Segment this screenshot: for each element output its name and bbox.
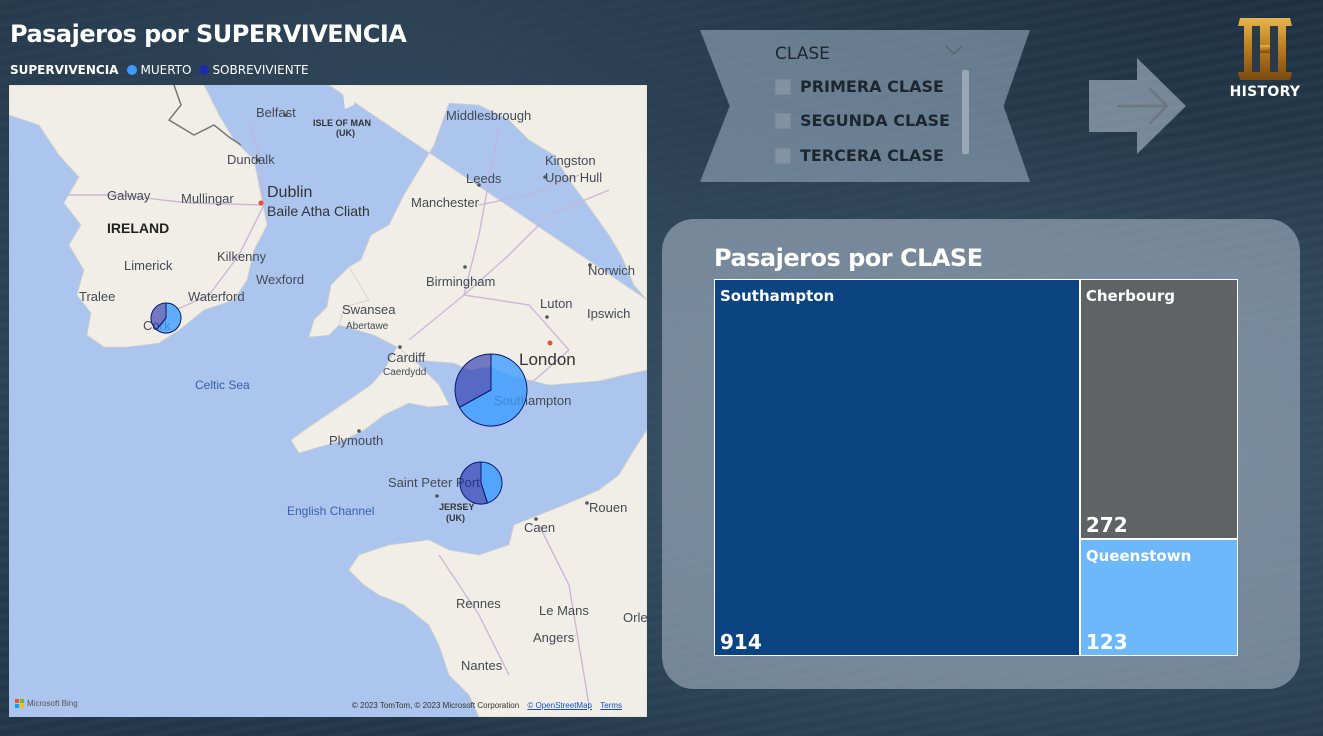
- next-page-arrow-icon[interactable]: [1089, 58, 1187, 154]
- map-label-jersey-uk: (UK): [446, 513, 465, 523]
- slicer-scrollbar[interactable]: [962, 70, 969, 154]
- map-label-luton: Luton: [540, 296, 573, 311]
- legend-dot-sobreviviente: [199, 65, 210, 75]
- bing-logo: Microsoft Bing: [15, 699, 78, 708]
- map-label-rouen: Rouen: [589, 500, 627, 515]
- map-label-belfast: Belfast: [256, 105, 296, 120]
- map-label-nantes: Nantes: [461, 658, 503, 673]
- terms-link[interactable]: Terms: [600, 701, 622, 710]
- map-label-rennes: Rennes: [456, 596, 501, 611]
- openstreetmap-link[interactable]: © OpenStreetMap: [527, 701, 592, 710]
- treemap-tile-value: 914: [720, 630, 762, 654]
- map-label-limerick: Limerick: [124, 258, 173, 273]
- map-label-le-mans: Le Mans: [539, 603, 589, 618]
- slicer-option-label: PRIMERA CLASE: [800, 77, 944, 96]
- map-label-plymouth: Plymouth: [329, 433, 383, 448]
- map-label-celtic-sea: Celtic Sea: [195, 378, 250, 392]
- map-label-english-channel: English Channel: [287, 504, 374, 518]
- slicer-option-label: SEGUNDA CLASE: [800, 111, 950, 130]
- map-svg[interactable]: Belfast ISLE OF MAN (UK) Middlesbrough D…: [9, 85, 647, 717]
- legend-item-muerto[interactable]: MUERTO: [127, 63, 191, 77]
- map-label-birmingham: Birmingham: [426, 274, 495, 289]
- map-label-middlesbrough: Middlesbrough: [446, 108, 531, 123]
- treemap-tile-label: Queenstown: [1085, 546, 1192, 565]
- treemap-tile-label: Southampton: [720, 287, 835, 305]
- map-label-isle-of-man-uk: (UK): [336, 128, 355, 138]
- checkbox[interactable]: [775, 78, 791, 95]
- map-title: Pasajeros por SUPERVIVENCIA: [10, 20, 407, 48]
- map-label-ipswich: Ipswich: [587, 306, 630, 321]
- legend-item-sobreviviente[interactable]: SOBREVIVIENTE: [199, 63, 309, 77]
- logo-text: HISTORY: [1229, 84, 1301, 100]
- bing-label: Microsoft Bing: [27, 699, 78, 708]
- map-label-abertawe: Abertawe: [346, 321, 389, 332]
- legend-title: SUPERVIVENCIA: [10, 63, 119, 77]
- slicer-title: CLASE: [775, 44, 830, 64]
- legend-dot-muerto: [127, 65, 138, 75]
- chevron-down-icon[interactable]: [945, 44, 963, 56]
- map-label-isle-of-man: ISLE OF MAN: [313, 118, 371, 128]
- treemap-tile-queenstown[interactable]: Queenstown 123: [1079, 538, 1238, 656]
- pie-marker-cork[interactable]: [150, 302, 182, 334]
- slicer-option-tercera[interactable]: TERCERA CLASE: [775, 146, 944, 165]
- map-label-dublin: Dublin: [267, 184, 312, 201]
- map-label-swansea: Swansea: [342, 302, 396, 317]
- map-label-cardiff: Cardiff: [387, 350, 425, 365]
- map-label-upon-hull: Upon Hull: [545, 170, 602, 185]
- treemap-tile-value: 123: [1085, 629, 1128, 654]
- map-canvas[interactable]: Belfast ISLE OF MAN (UK) Middlesbrough D…: [9, 85, 647, 717]
- slicer-option-primera[interactable]: PRIMERA CLASE: [775, 77, 944, 96]
- pie-marker-southampton[interactable]: [454, 353, 528, 427]
- map-attribution: © 2023 TomTom, © 2023 Microsoft Corporat…: [352, 701, 622, 710]
- treemap-tile-southampton[interactable]: Southampton 914: [714, 279, 1080, 656]
- legend-label-sobreviviente: SOBREVIVIENTE: [212, 63, 309, 77]
- map-label-jersey: JERSEY: [439, 502, 475, 512]
- pie-marker-cherbourg[interactable]: [459, 461, 503, 505]
- map-label-wexford: Wexford: [256, 272, 304, 287]
- map-label-orleans: Orle: [623, 610, 647, 625]
- checkbox[interactable]: [775, 112, 791, 129]
- map-label-tralee: Tralee: [79, 289, 115, 304]
- history-h-logo-icon: [1238, 18, 1292, 80]
- map-label-kingston: Kingston: [545, 153, 596, 168]
- attribution-text: © 2023 TomTom, © 2023 Microsoft Corporat…: [351, 701, 520, 710]
- legend-label-muerto: MUERTO: [140, 63, 192, 77]
- map-label-kilkenny: Kilkenny: [217, 249, 267, 264]
- slicer-option-segunda[interactable]: SEGUNDA CLASE: [775, 111, 950, 130]
- map-label-baile-atha-cliath: Baile Atha Cliath: [267, 203, 370, 219]
- map-label-galway: Galway: [107, 188, 151, 203]
- map-label-waterford: Waterford: [188, 289, 245, 304]
- map-label-caerdydd: Caerdydd: [383, 367, 426, 378]
- treemap-tile-value: 272: [1085, 512, 1128, 537]
- microsoft-logo-icon: [15, 699, 24, 708]
- map-label-angers: Angers: [533, 630, 575, 645]
- history-logo: HISTORY: [1228, 16, 1302, 100]
- treemap-title: Pasajeros por CLASE: [714, 244, 983, 272]
- checkbox[interactable]: [775, 147, 791, 164]
- map-label-dundalk: Dundalk: [227, 152, 275, 167]
- map-label-caen: Caen: [524, 520, 555, 535]
- map-label-mullingar: Mullingar: [181, 191, 234, 206]
- map-legend: SUPERVIVENCIA MUERTO SOBREVIVIENTE: [10, 63, 317, 77]
- map-label-london: London: [519, 350, 576, 369]
- map-label-manchester: Manchester: [411, 195, 480, 210]
- map-label-norwich: Norwich: [588, 263, 635, 278]
- map-label-ireland: IRELAND: [107, 220, 169, 236]
- treemap-tile-cherbourg[interactable]: Cherbourg 272: [1079, 279, 1238, 539]
- treemap-tile-label: Cherbourg: [1085, 287, 1175, 305]
- map-label-leeds: Leeds: [466, 171, 502, 186]
- slicer-option-label: TERCERA CLASE: [800, 146, 944, 165]
